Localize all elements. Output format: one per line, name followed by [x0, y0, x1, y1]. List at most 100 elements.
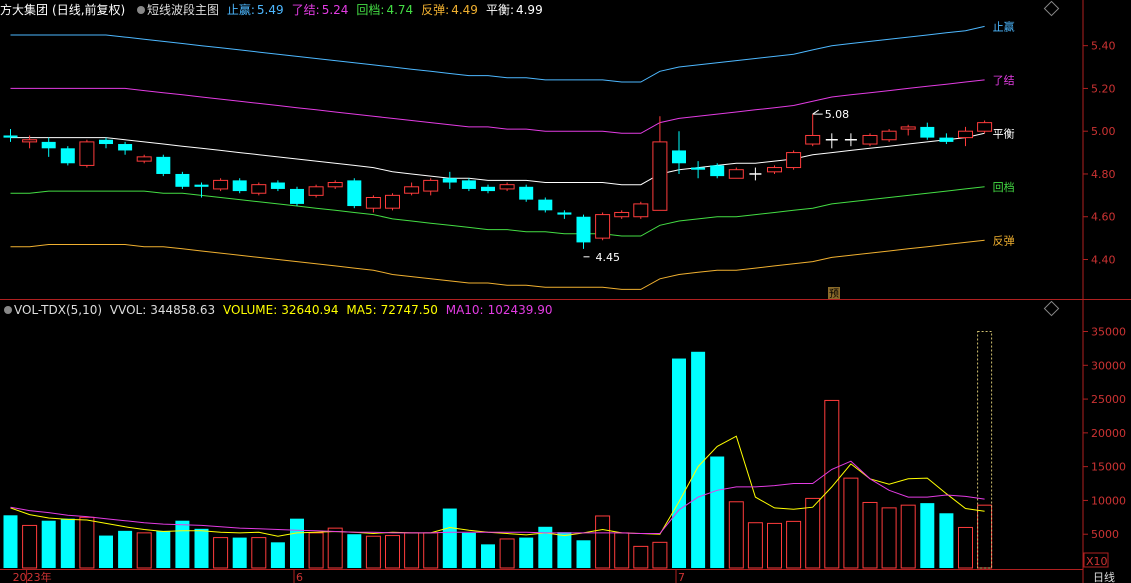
vol-y-tick-label: 10000: [1091, 494, 1126, 507]
candle-down: [576, 216, 591, 243]
volume-bar-down: [920, 503, 935, 568]
volume-bar-up: [136, 532, 152, 569]
volume-bar-down: [290, 518, 304, 568]
high-value-label: 5.08: [825, 108, 850, 121]
candle-up: [79, 141, 95, 166]
volume-bar-up: [327, 527, 343, 569]
huidang-line: [10, 186, 985, 237]
volume-bar-up: [308, 532, 324, 569]
vol-y-tick-label: 20000: [1091, 427, 1126, 440]
zhiying-line: [10, 25, 985, 83]
candle-up: [652, 141, 668, 211]
volume-bar-down: [576, 540, 591, 568]
y-tick-label: 5.40: [1091, 40, 1116, 53]
y-tick-label: 4.80: [1091, 168, 1116, 181]
volume-bar-up: [958, 526, 973, 569]
fantan-end-label: 反弹: [993, 233, 1015, 247]
volume-bar-up: [499, 538, 515, 569]
candle-down: [442, 178, 457, 183]
volume-bar-down: [461, 532, 476, 568]
volume-bar-down: [175, 520, 190, 568]
fantan-line: [10, 239, 985, 290]
candle-down: [290, 188, 304, 204]
volume-bar-down: [442, 508, 457, 568]
candle-up: [385, 194, 400, 209]
volume-bar-up: [786, 520, 802, 569]
volume-bar-up: [79, 516, 95, 569]
candle-up: [862, 134, 878, 145]
candle-up: [786, 152, 802, 169]
period-button[interactable]: 日线: [1093, 570, 1115, 583]
volume-bar-down: [519, 537, 534, 568]
volume-bar-down: [118, 530, 133, 568]
volume-bar-up: [767, 522, 782, 569]
candle-down: [347, 180, 362, 207]
vol-y-tick-label: 5000: [1091, 528, 1119, 541]
liaojie-line: [10, 79, 985, 134]
candle-up: [958, 130, 973, 139]
candle-up: [977, 122, 993, 132]
candle-up: [365, 196, 381, 209]
volume-bar-down: [672, 358, 686, 568]
volume-bar-down: [939, 513, 954, 568]
candle-up: [136, 156, 152, 162]
volume-bar-up: [365, 535, 381, 569]
candle-up: [728, 169, 744, 179]
candle-up: [767, 167, 782, 173]
volume-bar-down: [232, 537, 247, 568]
candle-down: [99, 139, 113, 145]
x-tick-label: 7: [678, 571, 685, 583]
candle-down: [920, 126, 935, 138]
candle-up: [595, 214, 611, 239]
volume-bar-up: [404, 532, 420, 569]
candle-up: [499, 184, 515, 190]
candle-up: [805, 134, 821, 145]
candle-up: [423, 179, 439, 192]
candle-down: [939, 137, 954, 142]
y-tick-label: 5.00: [1091, 125, 1116, 138]
x-tick-label: 6: [296, 571, 303, 583]
candle-down: [60, 148, 75, 164]
volume-bar-up: [633, 545, 649, 569]
volume-bar-down: [60, 518, 75, 568]
candle-down: [538, 199, 553, 211]
x-tick-label: 2023年: [13, 570, 52, 583]
volume-bar-down: [41, 520, 56, 568]
stock-chart[interactable]: 5.40 5.20 5.00 4.80 4.60 4.40 35000 30000 25000 2…: [0, 0, 1131, 583]
candle-down: [519, 186, 534, 200]
volume-bar-up: [213, 537, 229, 569]
liaojie-end-label: 了结: [993, 74, 1015, 87]
volume-bar-down: [691, 351, 706, 568]
volume-bar-up: [824, 399, 840, 569]
volume-bar-up: [977, 504, 993, 569]
volume-bar-down: [156, 530, 171, 568]
y-tick-label: 4.60: [1091, 211, 1116, 224]
candle-down: [232, 180, 247, 192]
volume-bar-up: [595, 515, 611, 569]
volume-bar-up: [614, 532, 630, 569]
candle-down: [672, 150, 686, 164]
candle-up: [327, 182, 343, 188]
volume-bar-up: [747, 522, 763, 569]
vol-y-tick-label: 35000: [1091, 326, 1126, 339]
vol-y-tick-label: 25000: [1091, 393, 1126, 406]
volume-bar-up: [728, 501, 744, 569]
candle-up: [404, 186, 420, 194]
y-tick-label: 4.40: [1091, 254, 1116, 267]
candle-up: [251, 184, 267, 194]
candle-up: [900, 126, 916, 130]
volume-bar-down: [710, 456, 725, 568]
candle-up: [633, 203, 649, 218]
candle-down: [710, 165, 725, 177]
volume-bar-down: [557, 532, 572, 568]
volume-bar-up: [22, 524, 38, 569]
candle-down: [557, 212, 572, 215]
volume-bar-up: [652, 541, 668, 569]
candle-down: [270, 182, 285, 189]
candle-down: [3, 135, 18, 138]
volume-bar-up: [862, 501, 878, 569]
volume-bar-down: [481, 544, 495, 568]
candle-up: [213, 179, 229, 190]
high-arrow: [812, 109, 823, 115]
volume-bar-down: [347, 534, 362, 568]
